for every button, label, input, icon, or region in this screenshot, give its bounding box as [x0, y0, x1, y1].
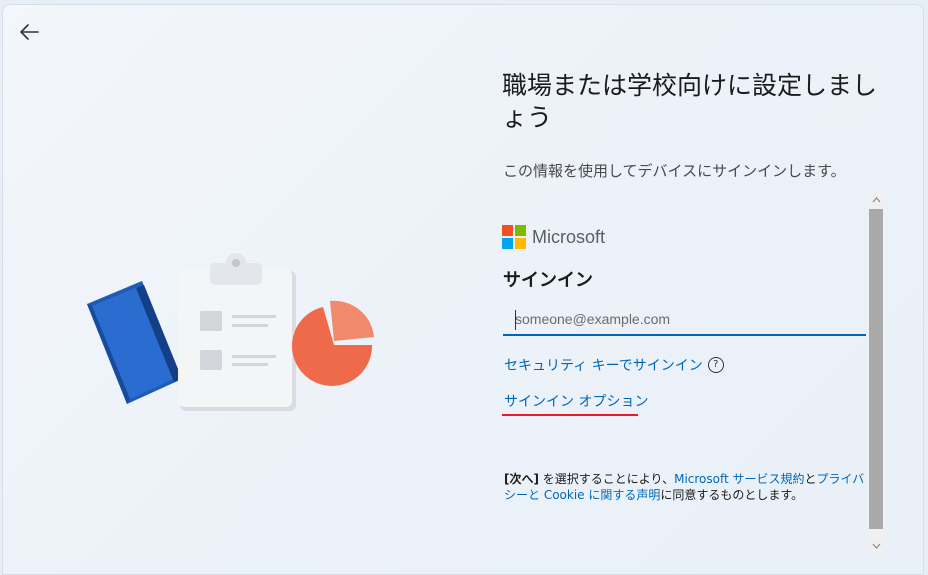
page-subtitle: この情報を使用してデバイスにサインインします。 [503, 162, 846, 180]
email-input[interactable] [503, 304, 866, 336]
microsoft-logo: Microsoft [502, 225, 605, 249]
security-key-row: セキュリティ キーでサインイン ? [504, 355, 724, 375]
setup-illustration [87, 253, 374, 411]
service-agreement-link[interactable]: Microsoft サービス規約 [674, 472, 804, 486]
vertical-scrollbar[interactable] [868, 192, 884, 554]
help-icon[interactable]: ? [707, 357, 724, 373]
scroll-thumb[interactable] [869, 209, 883, 529]
terms-next-label: [次へ] [504, 472, 539, 486]
chevron-down-icon[interactable] [868, 538, 884, 554]
back-arrow-icon [20, 24, 39, 40]
back-button[interactable] [12, 16, 46, 48]
signin-panel: Microsoft サインイン セキュリティ キーでサインイン ? サインイン … [502, 192, 868, 554]
security-key-link[interactable]: セキュリティ キーでサインイン [504, 355, 703, 375]
terms-text-1: を選択することにより、 [538, 472, 675, 486]
terms-text-3: に同意するものとします。 [660, 488, 804, 502]
terms-text-2: と [804, 472, 817, 486]
text-caret [515, 310, 516, 330]
setup-window: 職場または学校向けに設定しましょう この情報を使用してデバイスにサインインします… [2, 4, 924, 575]
terms-text: [次へ] を選択することにより、Microsoft サービス規約とプライバシーと… [504, 471, 872, 505]
chevron-up-icon[interactable] [868, 192, 884, 208]
microsoft-squares-icon [502, 225, 526, 249]
clipboard-icon [178, 253, 296, 411]
page-title: 職場または学校向けに設定しましょう [502, 71, 878, 132]
pie-chart-icon [292, 300, 374, 386]
signin-options-link[interactable]: サインイン オプション [504, 391, 648, 411]
signin-heading: サインイン [503, 270, 593, 291]
notebook-icon [87, 281, 182, 404]
annotation-underline [502, 414, 638, 416]
microsoft-wordmark: Microsoft [532, 226, 606, 247]
